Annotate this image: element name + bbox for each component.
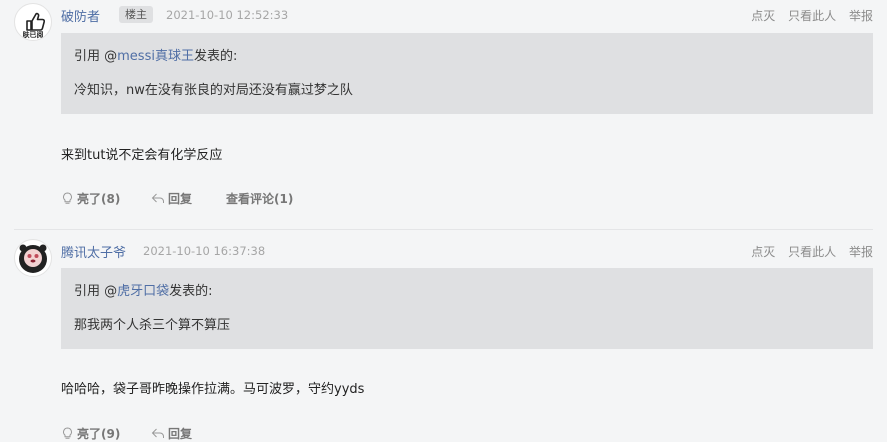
quoted-user-link[interactable]: 虎牙口袋 [117,284,169,299]
only-this-user-button[interactable]: 只看此人 [788,245,836,259]
post-time: 2021-10-10 12:52:33 [166,8,289,22]
reply-button[interactable]: 回复 [151,425,192,442]
post-actions: 点灭 只看此人 举报 [742,243,873,260]
only-this-user-button[interactable]: 只看此人 [788,9,836,23]
quote-block: 引用 @虎牙口袋发表的: 那我两个人杀三个算不算压 [61,268,873,349]
like-button[interactable]: 亮了(8) [61,190,120,207]
quote-suffix: 发表的: [169,284,213,299]
quote-header: 引用 @messi真球王发表的: [74,45,237,64]
dislike-button[interactable]: 点灭 [751,9,775,23]
reply-icon [151,193,164,203]
reply-label: 回复 [168,427,193,441]
lightbulb-icon [63,192,72,204]
reply-button[interactable]: 回复 [151,190,192,207]
lightbulb-icon [63,427,72,439]
report-button[interactable]: 举报 [849,245,873,259]
reply-label: 回复 [168,192,193,206]
quote-text: 冷知识，nw在没有张良的对局还没有赢过梦之队 [74,83,353,98]
username[interactable]: 腾讯太子爷 [61,242,126,261]
quote-prefix: 引用 @ [74,284,118,299]
post-content: 来到tut说不定会有化学反应 [61,148,223,163]
reply-icon [151,428,164,438]
like-button[interactable]: 亮了(9) [61,425,120,442]
post-content: 哈哈哈，袋子哥昨晚操作拉满。马可波罗，守约yyds [61,382,365,397]
avatar[interactable]: 肤已阅 [14,3,52,41]
dislike-button[interactable]: 点灭 [751,245,775,259]
like-label: 亮了(9) [77,427,121,441]
username[interactable]: 破防者 [61,6,100,25]
panda-face-icon [19,244,47,273]
report-button[interactable]: 举报 [849,9,873,23]
quote-text: 那我两个人杀三个算不算压 [74,318,231,333]
avatar-caption: 肤已阅 [22,31,44,39]
view-comments-button[interactable]: 查看评论(1) [226,190,293,207]
quote-prefix: 引用 @ [74,49,118,64]
like-label: 亮了(8) [77,192,121,206]
post-actions: 点灭 只看此人 举报 [742,7,873,24]
quote-header: 引用 @虎牙口袋发表的: [74,280,213,299]
quote-block: 引用 @messi真球王发表的: 冷知识，nw在没有张良的对局还没有赢过梦之队 [61,33,873,114]
post-divider [14,229,873,230]
avatar[interactable] [14,239,52,277]
quote-suffix: 发表的: [193,49,238,64]
post-time: 2021-10-10 16:37:38 [143,244,266,258]
quoted-user-link[interactable]: messi真球王 [117,49,194,64]
author-badge: 楼主 [119,6,153,23]
